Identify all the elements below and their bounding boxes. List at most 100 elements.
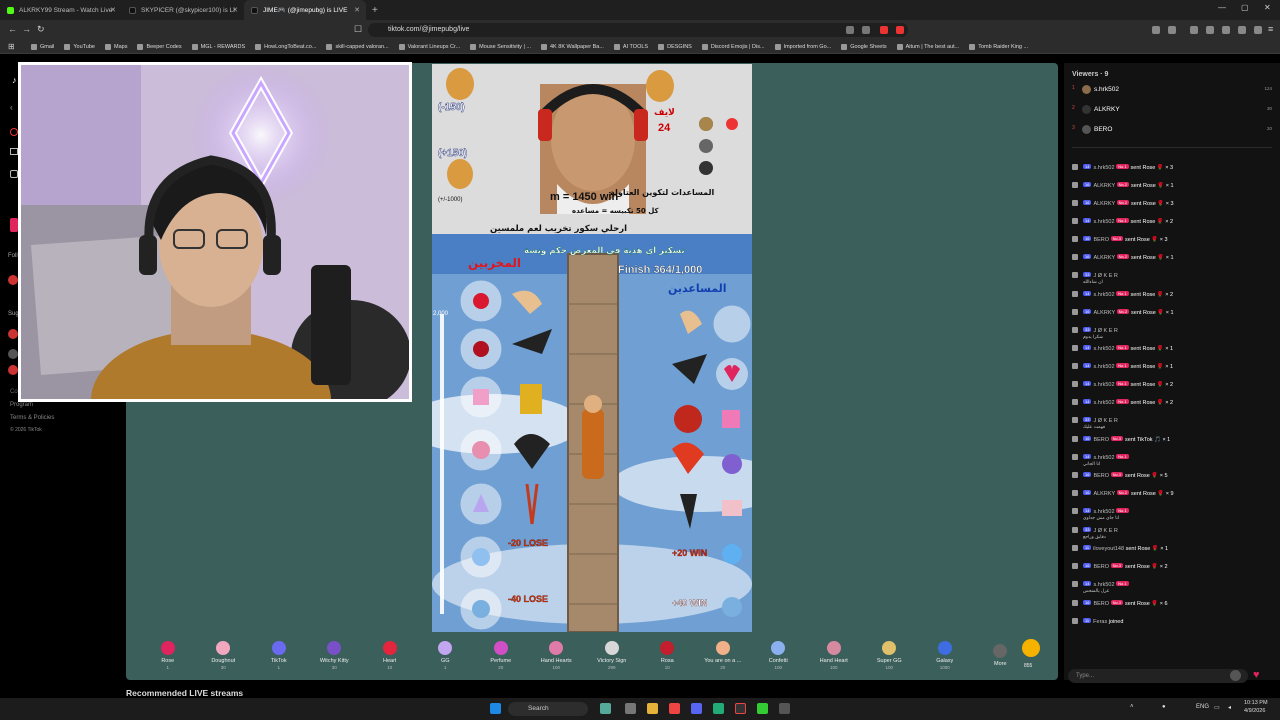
chat-username[interactable]: s.hrk502 bbox=[1093, 509, 1114, 515]
bookmark-page-icon[interactable]: ☐ bbox=[354, 24, 362, 35]
bookmark-item[interactable]: Discord Emojis | Dis... bbox=[697, 43, 770, 50]
forward-icon[interactable]: → bbox=[22, 24, 31, 34]
gift-item[interactable]: Super GG 100 bbox=[862, 640, 918, 670]
app-icon[interactable] bbox=[779, 703, 790, 714]
chat-username[interactable]: BERO bbox=[1093, 473, 1109, 479]
bookmark-item[interactable]: DESGINS bbox=[653, 43, 697, 50]
profile-icon[interactable] bbox=[1254, 26, 1262, 34]
top-viewer-2[interactable]: 2 ALKRKY 30 bbox=[1072, 105, 1272, 117]
app-icon[interactable] bbox=[600, 703, 611, 714]
windows-start-icon[interactable] bbox=[490, 703, 501, 714]
url-bar[interactable]: tiktok.com/@jimepubg/live bbox=[368, 23, 908, 37]
bookmark-item[interactable]: Mouse Sensitivity | ... bbox=[465, 43, 536, 50]
nav-company-label[interactable]: Co bbox=[10, 389, 18, 395]
brave-rewards-icon[interactable] bbox=[896, 26, 904, 34]
chat-username[interactable]: J Ø K E R bbox=[1093, 418, 1117, 424]
taskbar-search[interactable]: Search bbox=[508, 702, 588, 716]
tab-skypicer[interactable]: SKYPICER (@skypicer100) is LIVE - Ti...✕ bbox=[122, 0, 244, 20]
gift-item[interactable]: GG 1 bbox=[418, 640, 474, 670]
bookmark-item[interactable]: Maps bbox=[100, 43, 132, 50]
gift-item[interactable]: Rosa 10 bbox=[640, 640, 696, 670]
network-icon[interactable]: ▭ bbox=[1214, 704, 1220, 711]
extension-icon[interactable] bbox=[1168, 26, 1176, 34]
taskview-icon[interactable] bbox=[625, 703, 636, 714]
bookmark-item[interactable]: skill-capped valoran... bbox=[321, 43, 393, 50]
bookmark-item[interactable]: HowLongToBeat.co... bbox=[250, 43, 321, 50]
back-icon[interactable]: ← bbox=[8, 24, 17, 34]
chat-username[interactable]: J Ø K E R bbox=[1093, 273, 1117, 279]
bookmark-item[interactable]: YouTube bbox=[59, 43, 100, 50]
chat-username[interactable]: ALKRKY bbox=[1093, 310, 1115, 316]
nav-live-icon[interactable] bbox=[10, 128, 18, 136]
extensions-icon[interactable] bbox=[1238, 26, 1246, 34]
gift-item[interactable]: Victory Sign 299 bbox=[584, 640, 640, 670]
bookmark-item[interactable]: Tomb Raider King ... bbox=[964, 43, 1033, 50]
close-tab-icon[interactable]: ✕ bbox=[232, 6, 238, 14]
chat-username[interactable]: s.hrk502 bbox=[1093, 455, 1114, 461]
tray-chevron-icon[interactable]: ˄ bbox=[1130, 704, 1134, 710]
gift-item[interactable]: More bbox=[973, 643, 1029, 667]
chat-username[interactable]: s.hrk502 bbox=[1093, 165, 1114, 171]
nav-terms-link[interactable]: Terms & Policies bbox=[10, 415, 54, 421]
volume-icon[interactable]: ◂ bbox=[1228, 704, 1231, 711]
bookmark-item[interactable]: AI TOOLS bbox=[609, 43, 653, 50]
close-tab-icon[interactable]: ✕ bbox=[354, 6, 360, 14]
nav-avatar[interactable] bbox=[8, 349, 18, 359]
top-viewer-3[interactable]: 3 BERO 20 bbox=[1072, 125, 1272, 137]
chat-username[interactable]: ALKRKY bbox=[1093, 183, 1115, 189]
reload-icon[interactable]: ↻ bbox=[37, 24, 45, 35]
chat-username[interactable]: BERO bbox=[1093, 564, 1109, 570]
gift-item[interactable]: Rose 1 bbox=[140, 640, 196, 670]
bookmark-item[interactable]: Aitum | The best aut... bbox=[892, 43, 965, 50]
gift-item[interactable]: Hand Hearts 100 bbox=[529, 640, 585, 670]
chat-input[interactable]: Type... bbox=[1068, 669, 1248, 683]
wallet-icon[interactable] bbox=[1222, 26, 1230, 34]
chat-username[interactable]: Feras bbox=[1093, 619, 1107, 625]
bookmark-item[interactable]: Google Sheets bbox=[836, 43, 891, 50]
app-icon[interactable] bbox=[713, 703, 724, 714]
mic-icon[interactable]: ● bbox=[1162, 704, 1166, 710]
chat-username[interactable]: ALKRKY bbox=[1093, 491, 1115, 497]
nav-promo-badge[interactable] bbox=[10, 218, 18, 232]
tab-alkrky[interactable]: ALKRKY99 Stream - Watch Live on K...✕ bbox=[0, 0, 122, 20]
nav-avatar[interactable] bbox=[8, 275, 18, 285]
app-icon[interactable] bbox=[757, 703, 768, 714]
bookmark-item[interactable]: Imported from Go... bbox=[770, 43, 837, 50]
chat-username[interactable]: s.hrk502 bbox=[1093, 364, 1114, 370]
chat-username[interactable]: J Ø K E R bbox=[1093, 528, 1117, 534]
clock-date[interactable]: 4/9/2026 bbox=[1244, 708, 1265, 714]
chat-username[interactable]: ALKRKY bbox=[1093, 255, 1115, 261]
obs-icon[interactable] bbox=[735, 703, 746, 714]
chat-username[interactable]: iloveyout148 bbox=[1093, 546, 1124, 552]
new-tab-icon[interactable]: + bbox=[366, 5, 384, 16]
close-tab-icon[interactable]: ✕ bbox=[110, 6, 116, 14]
language-indicator[interactable]: ENG bbox=[1196, 704, 1209, 710]
chat-username[interactable]: s.hrk502 bbox=[1093, 582, 1114, 588]
coin-icon[interactable] bbox=[1022, 639, 1040, 657]
nav-home-icon[interactable] bbox=[10, 170, 18, 178]
like-heart-icon[interactable]: ♥ bbox=[1253, 669, 1260, 681]
gift-item[interactable]: Galaxy 1000 bbox=[917, 640, 973, 670]
bookmark-item[interactable]: MGL - REWARDS bbox=[187, 43, 251, 50]
bookmark-item[interactable]: Beeper Codes bbox=[132, 43, 186, 50]
nav-avatar[interactable] bbox=[8, 365, 18, 375]
clock-time[interactable]: 10:13 PM bbox=[1244, 700, 1268, 706]
bookmark-item[interactable]: Gmail bbox=[26, 43, 59, 50]
sidebar-icon[interactable] bbox=[1206, 26, 1214, 34]
bookmark-item[interactable]: Valorant Lineups Cr... bbox=[394, 43, 465, 50]
top-viewer-1[interactable]: 1 s.hrk502 124 bbox=[1072, 85, 1272, 97]
tiktok-logo-icon[interactable]: ♪ bbox=[12, 75, 17, 85]
share-icon[interactable] bbox=[862, 26, 870, 34]
tab-jimepubg[interactable]: JIME🎮 (@jimepubg) is LIVE ✕ bbox=[244, 0, 366, 20]
apps-icon[interactable]: ⊞ bbox=[8, 42, 15, 51]
nav-program-link[interactable]: Program bbox=[10, 402, 33, 408]
extension-icon[interactable] bbox=[1152, 26, 1160, 34]
chat-username[interactable]: s.hrk502 bbox=[1093, 292, 1114, 298]
chat-username[interactable]: BERO bbox=[1093, 601, 1109, 607]
gift-item[interactable]: Confetti 100 bbox=[751, 640, 807, 670]
chat-username[interactable]: BERO bbox=[1093, 437, 1109, 443]
brave-shield-icon[interactable] bbox=[880, 26, 888, 34]
gift-item[interactable]: Hand Heart 100 bbox=[806, 640, 862, 670]
chat-username[interactable]: ALKRKY bbox=[1093, 201, 1115, 207]
emoji-icon[interactable] bbox=[1230, 670, 1241, 681]
